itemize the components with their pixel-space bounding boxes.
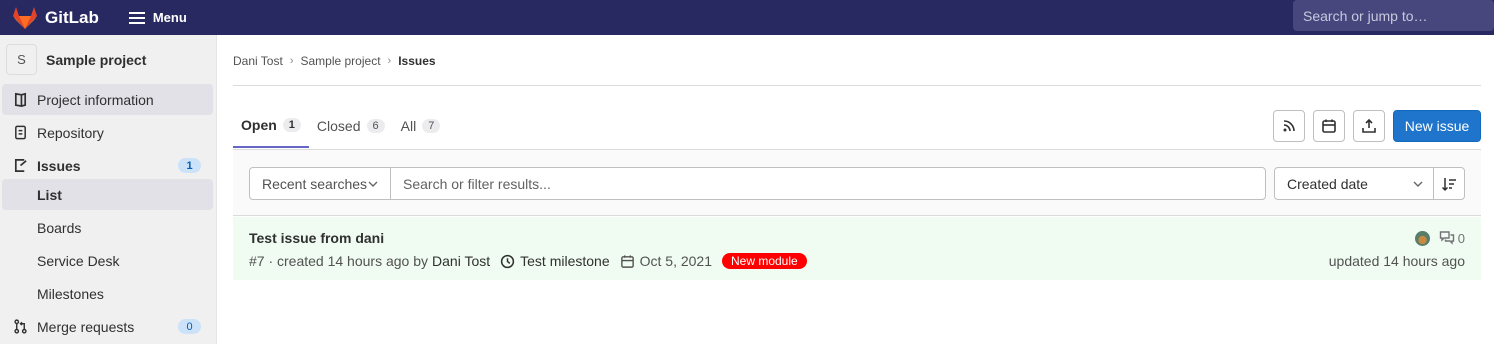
filter-bar: Recent searches Search or filter results… [233, 149, 1481, 216]
book-icon [12, 92, 28, 108]
issue-label-badge[interactable]: New module [722, 253, 807, 269]
sidebar-item-merge-requests[interactable]: Merge requests 0 [2, 311, 213, 342]
merge-requests-count-badge: 0 [178, 319, 201, 334]
export-button[interactable] [1353, 110, 1385, 142]
sidebar-item-label: Repository [37, 124, 104, 141]
issue-milestone[interactable]: Test milestone [500, 253, 610, 269]
issue-title[interactable]: Test issue from dani [249, 230, 384, 246]
recent-searches-label: Recent searches [262, 175, 368, 192]
sidebar-item-service-desk[interactable]: Service Desk [2, 245, 213, 276]
calendar-icon [620, 254, 634, 268]
top-navbar: GitLab Menu Search or jump to… [0, 0, 1494, 35]
sidebar-item-boards[interactable]: Boards [2, 212, 213, 243]
issue-meta: #7 · created 14 hours ago by Dani Tost T… [249, 253, 807, 269]
rss-icon [1283, 120, 1295, 132]
project-sidebar: S Sample project Project information Rep… [0, 35, 217, 344]
tab-label: All [400, 118, 417, 134]
gitlab-tanuki-icon [13, 6, 37, 29]
divider [233, 85, 1481, 86]
calendar-feed-button[interactable] [1313, 110, 1345, 142]
comments-count: 0 [1457, 230, 1465, 246]
sidebar-item-label: Service Desk [37, 252, 120, 269]
assignee-avatar[interactable] [1414, 230, 1430, 246]
sidebar-item-label: Project information [37, 91, 154, 108]
project-name: Sample project [46, 51, 147, 68]
sidebar-item-repository[interactable]: Repository [2, 117, 213, 148]
sidebar-item-milestones[interactable]: Milestones [2, 278, 213, 309]
sort-lowest-icon [1441, 177, 1456, 191]
merge-request-icon [12, 319, 28, 335]
sidebar-item-issues[interactable]: Issues 1 [2, 150, 213, 181]
project-header[interactable]: S Sample project [0, 35, 216, 84]
sidebar-item-label: Boards [37, 219, 82, 236]
tab-open[interactable]: Open 1 [233, 104, 309, 148]
chevron-right-icon: › [387, 55, 392, 67]
sidebar-item-label: Issues [37, 157, 81, 174]
breadcrumb-item-group[interactable]: Dani Tost [233, 54, 283, 68]
issue-list-item: Test issue from dani #7 · created 14 hou… [233, 217, 1481, 280]
breadcrumb: Dani Tost › Sample project › Issues [233, 54, 436, 68]
sidebar-item-label: Merge requests [37, 318, 135, 335]
tab-count: 1 [282, 118, 301, 132]
rss-feed-button[interactable] [1273, 110, 1305, 142]
issues-count-badge: 1 [178, 158, 201, 173]
issue-author-link[interactable]: Dani Tost [432, 253, 490, 269]
menu-button[interactable]: Menu [128, 10, 187, 25]
comments-icon [1439, 231, 1454, 245]
sort-label: Created date [1287, 175, 1368, 192]
filter-search-input[interactable]: Search or filter results... [390, 167, 1266, 200]
tab-closed[interactable]: Closed 6 [309, 104, 393, 148]
sidebar-item-label: Milestones [37, 285, 104, 302]
milestone-label: Test milestone [520, 253, 610, 269]
chevron-down-icon [1413, 181, 1423, 187]
chevron-down-icon [368, 181, 378, 187]
tab-count: 7 [422, 119, 441, 133]
sidebar-item-label: List [37, 186, 62, 203]
due-date-label: Oct 5, 2021 [639, 253, 712, 269]
breadcrumb-item-current[interactable]: Issues [398, 54, 435, 68]
tab-label: Closed [316, 118, 361, 134]
sort-direction-button[interactable] [1433, 167, 1465, 200]
issue-updated-time: updated 14 hours ago [1328, 253, 1465, 269]
breadcrumb-item-project[interactable]: Sample project [300, 54, 380, 68]
recent-searches-dropdown[interactable]: Recent searches [249, 167, 391, 200]
tab-label: Open [241, 117, 277, 133]
export-icon [1362, 118, 1376, 133]
doc-icon [12, 125, 28, 141]
issue-due-date: Oct 5, 2021 [620, 253, 712, 269]
sidebar-item-project-information[interactable]: Project information [2, 84, 213, 115]
issue-stats: 0 [1414, 230, 1465, 246]
issue-state-tabs: Open 1 Closed 6 All 7 [233, 104, 448, 148]
sidebar-item-list[interactable]: List [2, 179, 213, 210]
tab-all[interactable]: All 7 [393, 104, 449, 148]
gitlab-logo[interactable]: GitLab [12, 6, 99, 30]
new-issue-button[interactable]: New issue [1393, 110, 1481, 142]
issues-icon [12, 158, 28, 174]
brand-text: GitLab [45, 7, 99, 27]
hamburger-icon [128, 11, 145, 24]
global-search-input[interactable]: Search or jump to… [1293, 0, 1494, 31]
project-avatar: S [6, 44, 37, 75]
issue-reference: #7 · created 14 hours ago by [249, 253, 429, 269]
chevron-right-icon: › [289, 55, 294, 67]
clock-icon [500, 254, 515, 268]
tab-count: 6 [366, 119, 385, 133]
calendar-icon [1322, 119, 1336, 133]
sort-dropdown[interactable]: Created date [1274, 167, 1434, 200]
menu-label: Menu [152, 10, 187, 25]
